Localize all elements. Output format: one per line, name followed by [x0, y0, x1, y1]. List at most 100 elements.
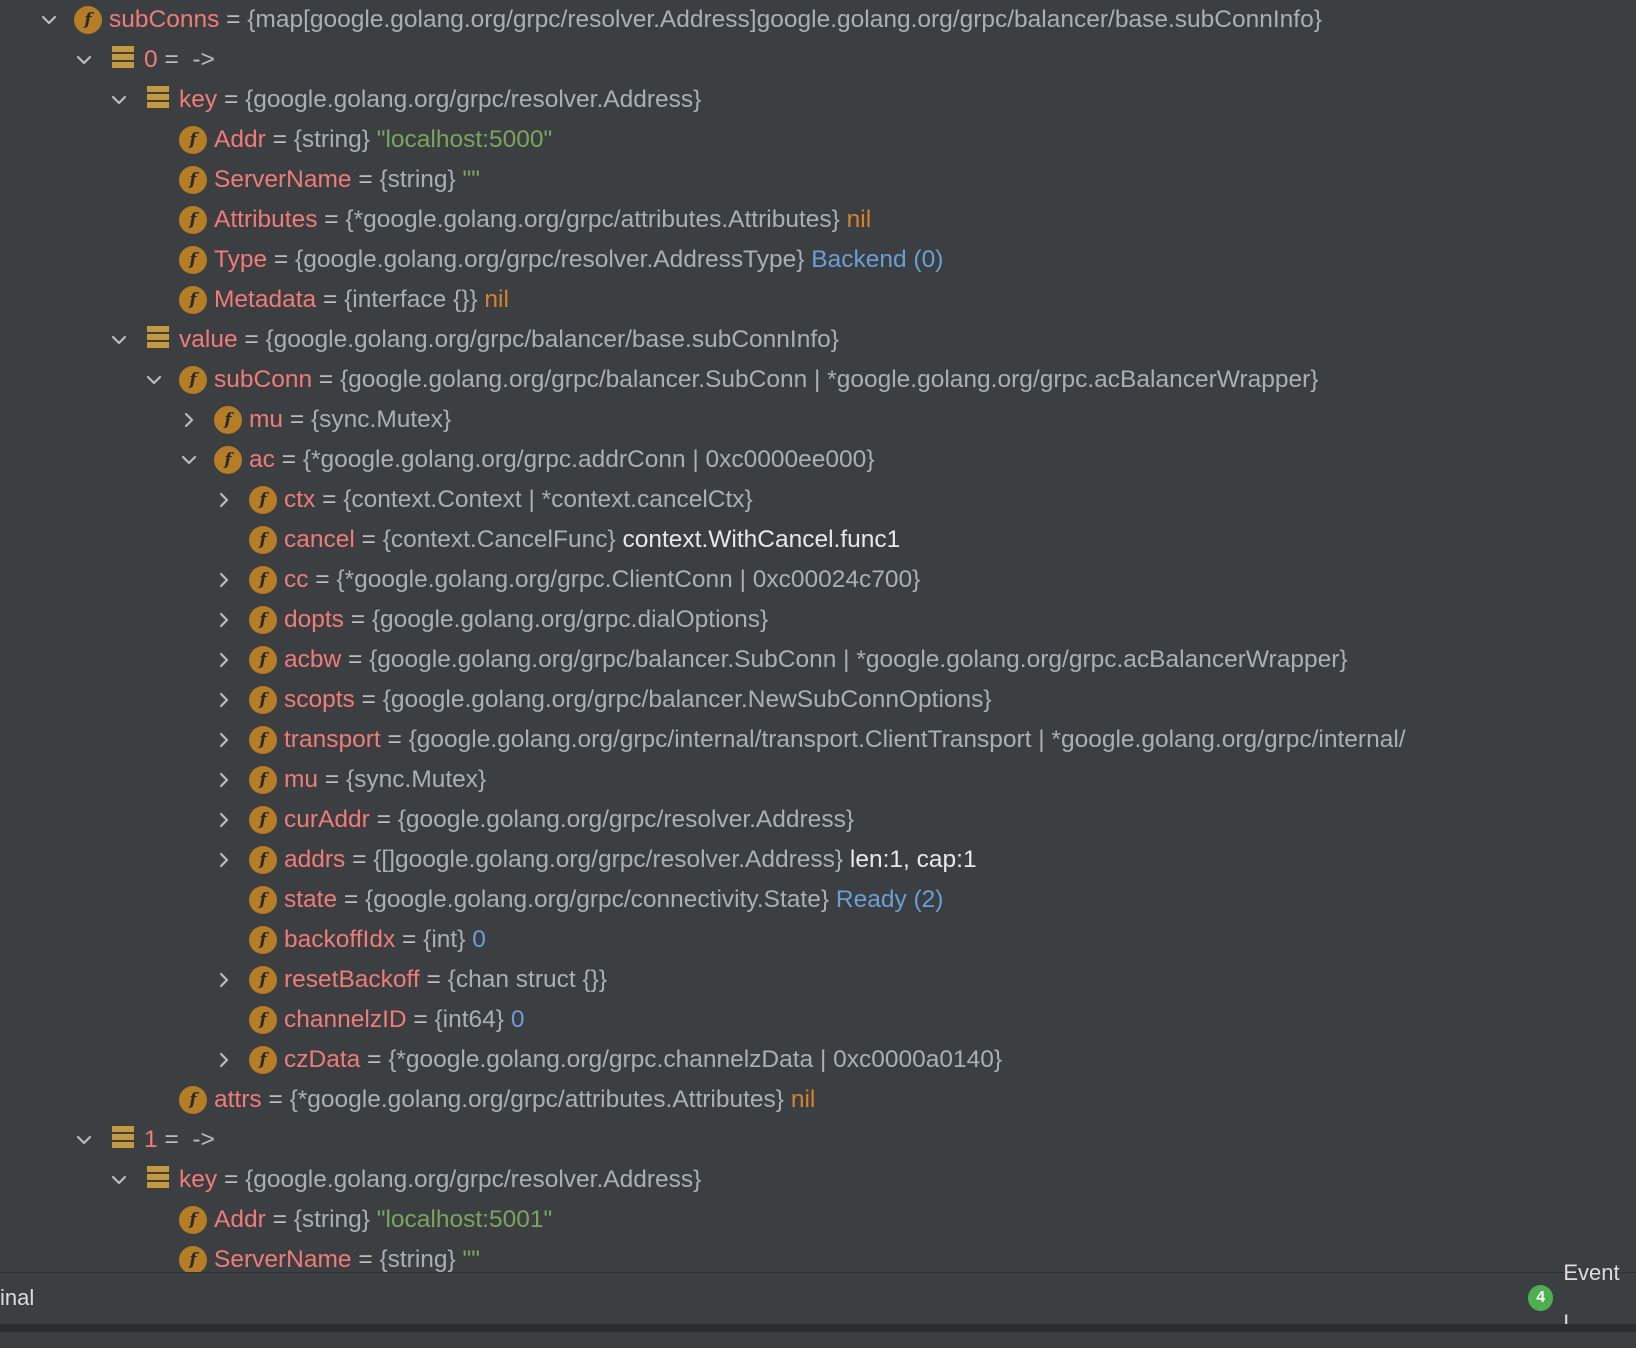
variable-type: {google.golang.org/grpc/balancer.SubConn… — [369, 646, 1348, 673]
variable-type: {google.golang.org/grpc.dialOptions} — [371, 606, 769, 633]
chevron-right-icon[interactable] — [211, 800, 237, 840]
equals-sign: = — [354, 686, 383, 713]
tree-row-content: Type = {google.golang.org/grpc/resolver.… — [214, 240, 943, 280]
tree-row[interactable]: f attrs = {*google.golang.org/grpc/attrib… — [0, 1080, 1636, 1120]
tree-row-content: state = {google.golang.org/grpc/connecti… — [284, 880, 943, 920]
tree-row[interactable]: f Type = {google.golang.org/grpc/resolver… — [0, 240, 1636, 280]
tree-row[interactable]: f ac = {*google.golang.org/grpc.addrConn … — [0, 440, 1636, 480]
tree-row-content: ServerName = {string} "" — [214, 1240, 480, 1272]
chevron-down-icon[interactable] — [106, 1160, 132, 1200]
tree-row-content: Addr = {string} "localhost:5000" — [214, 120, 552, 160]
tree-row[interactable]: f Addr = {string} "localhost:5001" — [0, 1200, 1636, 1240]
tree-row-content: subConns = {map[google.golang.org/grpc/r… — [109, 0, 1322, 40]
variable-name: subConns — [109, 6, 220, 33]
tree-row[interactable]: f Metadata = {interface {}} nil — [0, 280, 1636, 320]
variable-value: Backend (0) — [811, 246, 944, 273]
variable-name: ctx — [284, 486, 316, 513]
tree-row[interactable]: f backoffIdx = {int} 0 — [0, 920, 1636, 960]
tree-row[interactable]: f state = {google.golang.org/grpc/connect… — [0, 880, 1636, 920]
chevron-right-icon[interactable] — [211, 680, 237, 720]
tree-row[interactable]: f Attributes = {*google.golang.org/grpc/a… — [0, 200, 1636, 240]
tree-row[interactable]: 1 = -> — [0, 1120, 1636, 1160]
chevron-right-icon[interactable] — [211, 840, 237, 880]
variable-value: nil — [484, 286, 509, 313]
tree-row[interactable]: f cc = {*google.golang.org/grpc.ClientCon… — [0, 560, 1636, 600]
status-bar: inal 4 Event L — [0, 1260, 1636, 1335]
chevron-down-icon[interactable] — [176, 440, 202, 480]
equals-sign: = — [217, 1166, 246, 1193]
equals-sign: = — [354, 526, 383, 553]
tree-row[interactable]: f subConns = {map[google.golang.org/grpc/… — [0, 0, 1636, 40]
chevron-right-icon[interactable] — [211, 600, 237, 640]
tree-row[interactable]: f transport = {google.golang.org/grpc/int… — [0, 720, 1636, 760]
chevron-down-icon[interactable] — [106, 320, 132, 360]
tree-row[interactable]: f cancel = {context.CancelFunc} context.W… — [0, 520, 1636, 560]
field-icon: f — [249, 886, 277, 914]
chevron-down-icon[interactable] — [106, 80, 132, 120]
chevron-right-icon[interactable] — [211, 720, 237, 760]
tree-row[interactable]: f ctx = {context.Context | *context.cance… — [0, 480, 1636, 520]
field-icon: f — [179, 246, 207, 274]
chevron-down-icon[interactable] — [36, 0, 62, 40]
tree-row[interactable]: f curAddr = {google.golang.org/grpc/resol… — [0, 800, 1636, 840]
variable-type: {int64} — [434, 1006, 505, 1033]
equals-sign: = — [265, 1206, 294, 1233]
variable-name: cancel — [284, 526, 355, 553]
variable-name: dopts — [284, 606, 344, 633]
chevron-right-icon[interactable] — [176, 400, 202, 440]
field-icon: f — [249, 726, 277, 754]
tree-row[interactable]: f subConn = {google.golang.org/grpc/balan… — [0, 360, 1636, 400]
equals-sign: = — [237, 326, 266, 353]
tree-row-content: Attributes = {*google.golang.org/grpc/at… — [214, 200, 871, 240]
tree-row-content: dopts = {google.golang.org/grpc.dialOpti… — [284, 600, 768, 640]
tree-row[interactable]: f acbw = {google.golang.org/grpc/balancer… — [0, 640, 1636, 680]
equals-sign: = — [274, 446, 303, 473]
tree-row[interactable]: f ServerName = {string} "" — [0, 1240, 1636, 1272]
variable-type: {context.Context | *context.cancelCtx} — [343, 486, 753, 513]
chevron-right-icon[interactable] — [211, 480, 237, 520]
tree-row[interactable]: f dopts = {google.golang.org/grpc.dialOpt… — [0, 600, 1636, 640]
tree-row[interactable]: f ServerName = {string} "" — [0, 160, 1636, 200]
chevron-down-icon[interactable] — [71, 40, 97, 80]
equals-sign: = — [419, 966, 448, 993]
tree-row[interactable]: f channelzID = {int64} 0 — [0, 1000, 1636, 1040]
variable-value: len:1, cap:1 — [849, 846, 977, 873]
tree-row-content: acbw = {google.golang.org/grpc/balancer.… — [284, 640, 1348, 680]
tree-row-content: key = {google.golang.org/grpc/resolver.A… — [179, 1160, 701, 1200]
tree-row[interactable]: key = {google.golang.org/grpc/resolver.A… — [0, 1160, 1636, 1200]
tree-row-content: Addr = {string} "localhost:5001" — [214, 1200, 552, 1240]
tree-row[interactable]: f Addr = {string} "localhost:5000" — [0, 120, 1636, 160]
variable-name: ServerName — [214, 166, 352, 193]
chevron-right-icon[interactable] — [211, 640, 237, 680]
tree-row-content: channelzID = {int64} 0 — [284, 1000, 524, 1040]
chevron-right-icon[interactable] — [211, 560, 237, 600]
chevron-right-icon[interactable] — [211, 760, 237, 800]
tree-row[interactable]: f czData = {*google.golang.org/grpc.chann… — [0, 1040, 1636, 1080]
tree-row-content: addrs = {[]google.golang.org/grpc/resolv… — [284, 840, 977, 880]
equals-sign: = — [318, 766, 346, 793]
chevron-right-icon[interactable] — [211, 1040, 237, 1080]
variable-name: ac — [249, 446, 275, 473]
equals-sign: = — [283, 406, 311, 433]
chevron-right-icon[interactable] — [211, 960, 237, 1000]
chevron-down-icon[interactable] — [141, 360, 167, 400]
variable-type: {[]google.golang.org/grpc/resolver.Addre… — [373, 846, 844, 873]
tree-row[interactable]: f scopts = {google.golang.org/grpc/balanc… — [0, 680, 1636, 720]
tree-row[interactable]: key = {google.golang.org/grpc/resolver.A… — [0, 80, 1636, 120]
tree-row[interactable]: 0 = -> — [0, 40, 1636, 80]
equals-sign: = — [312, 366, 340, 393]
event-count-badge: 4 — [1528, 1285, 1554, 1311]
tree-row[interactable]: f mu = {sync.Mutex} — [0, 760, 1636, 800]
event-log-button[interactable]: 4 Event L — [1528, 1260, 1636, 1335]
tree-row-content: subConn = {google.golang.org/grpc/balanc… — [214, 360, 1318, 400]
variable-name: resetBackoff — [284, 966, 420, 993]
tree-row[interactable]: value = {google.golang.org/grpc/balancer… — [0, 320, 1636, 360]
variable-value: 0 — [510, 1006, 525, 1033]
tree-row[interactable]: f resetBackoff = {chan struct {}} — [0, 960, 1636, 1000]
tree-row[interactable]: f addrs = {[]google.golang.org/grpc/resol… — [0, 840, 1636, 880]
chevron-down-icon[interactable] — [71, 1120, 97, 1160]
terminal-tab-label[interactable]: inal — [0, 1273, 34, 1323]
variable-name: Metadata — [214, 286, 317, 313]
tree-row-content: ctx = {context.Context | *context.cancel… — [284, 480, 753, 520]
tree-row[interactable]: f mu = {sync.Mutex} — [0, 400, 1636, 440]
